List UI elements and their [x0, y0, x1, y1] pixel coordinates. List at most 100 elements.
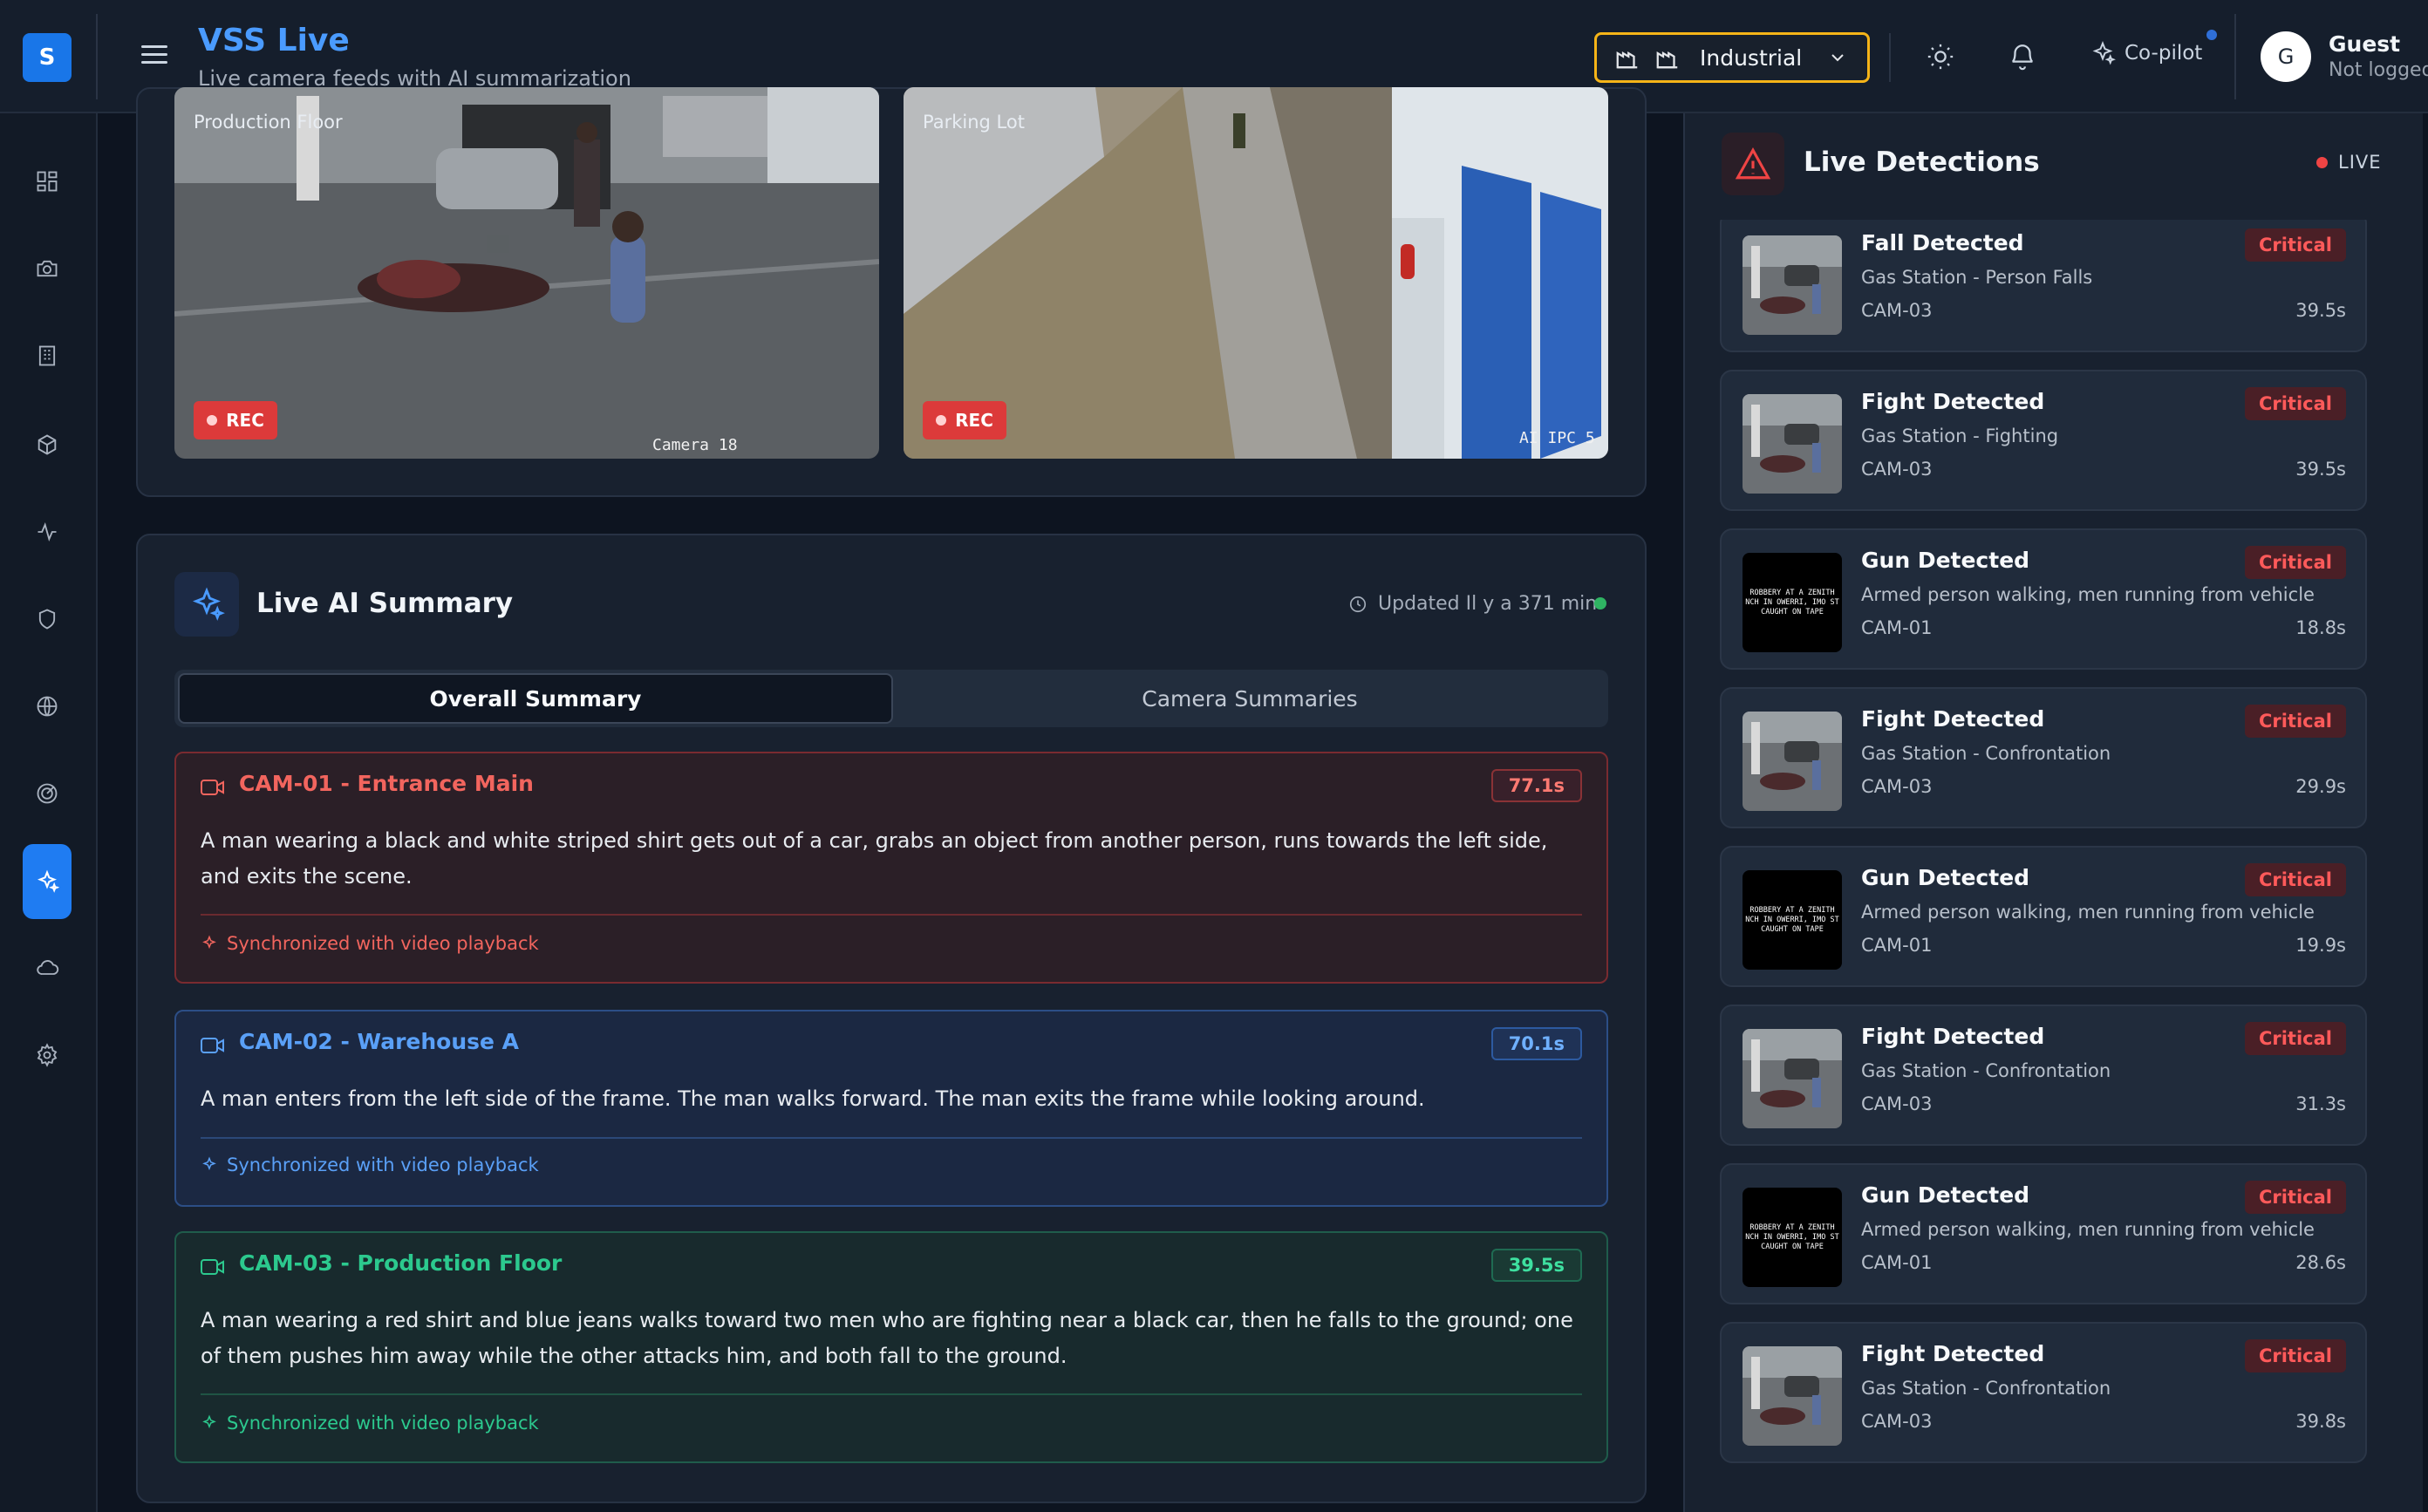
detection-camera: CAM-03: [1861, 776, 1933, 797]
package-icon: [38, 434, 57, 455]
detection-name: Gun Detected: [1861, 865, 2030, 890]
sidebar-item-cameras[interactable]: [23, 244, 72, 293]
detection-card[interactable]: Fight Detected Critical Gas Station - Conf…: [1720, 1322, 2367, 1463]
detection-time: 39.5s: [2295, 459, 2346, 480]
svg-text:NCH IN OWERRI, IMO ST: NCH IN OWERRI, IMO ST: [1745, 1233, 1838, 1242]
tab-overall-summary[interactable]: Overall Summary: [178, 673, 893, 724]
sidebar-item-radar[interactable]: [23, 769, 72, 818]
tab-camera-summaries[interactable]: Camera Summaries: [895, 673, 1605, 724]
detection-name: Fight Detected: [1861, 1341, 2045, 1366]
rec-badge: REC: [923, 401, 1006, 439]
summary-camera-name: CAM-02 - Warehouse A: [239, 1029, 520, 1054]
summary-camera-name: CAM-01 - Entrance Main: [239, 771, 534, 796]
sync-text: Synchronized with video playback: [227, 933, 539, 954]
detection-thumbnail: ROBBERY AT A ZENITH NCH IN OWERRI, IMO ST…: [1743, 553, 1842, 652]
svg-text:CAUGHT ON TAPE: CAUGHT ON TAPE: [1761, 925, 1824, 934]
detection-thumbnail: [1743, 712, 1842, 811]
camera-label: Parking Lot: [923, 112, 1025, 133]
camera-feed-parking-lot[interactable]: Parking Lot REC AI IPC 5: [904, 87, 1608, 459]
sparkles-icon: [38, 869, 59, 893]
settings-icon: [37, 1043, 58, 1067]
detection-card[interactable]: Fight Detected Critical Gas Station - Figh…: [1720, 370, 2367, 511]
detections-list[interactable]: Fall Detected Critical Gas Station - Perso…: [1720, 220, 2367, 1467]
rec-dot: [207, 415, 218, 426]
detection-card[interactable]: ROBBERY AT A ZENITH NCH IN OWERRI, IMO ST…: [1720, 846, 2367, 987]
summary-time-badge: 39.5s: [1490, 1249, 1582, 1282]
detection-camera: CAM-03: [1861, 1093, 1933, 1114]
sidebar: [0, 113, 98, 1512]
camera-feed-production-floor[interactable]: Production Floor REC Camera 18: [174, 87, 879, 459]
sidebar-item-ai-summary[interactable]: [23, 844, 72, 919]
sparkles-icon: [202, 1414, 216, 1429]
sidebar-item-dashboard[interactable]: [23, 157, 72, 206]
detection-time: 29.9s: [2295, 776, 2346, 797]
sidebar-item-security[interactable]: [23, 595, 72, 644]
svg-text:ROBBERY AT A ZENITH: ROBBERY AT A ZENITH: [1749, 1223, 1834, 1232]
menu-icon[interactable]: [141, 45, 167, 66]
detection-description: Gas Station - Confrontation: [1861, 743, 2111, 764]
detection-time: 28.6s: [2295, 1252, 2346, 1273]
live-dot: [2316, 156, 2328, 168]
user-status: Not logged in: [2329, 59, 2428, 81]
video-camera-icon: [201, 1038, 224, 1053]
sidebar-item-activity[interactable]: [23, 507, 72, 556]
summary-divider: [201, 914, 1582, 916]
industry-select-value: Industrial: [1700, 44, 1803, 71]
severity-badge: Critical: [2244, 228, 2346, 262]
industry-select[interactable]: Industrial: [1594, 32, 1870, 83]
sidebar-item-settings[interactable]: [23, 1031, 72, 1080]
detection-description: Gas Station - Confrontation: [1861, 1060, 2111, 1081]
sidebar-item-buildings[interactable]: [23, 331, 72, 380]
detection-card[interactable]: Fall Detected Critical Gas Station - Perso…: [1720, 220, 2367, 352]
user-name: Guest: [2329, 31, 2401, 57]
detection-name: Gun Detected: [1861, 1182, 2030, 1208]
bell-icon[interactable]: [2008, 42, 2037, 72]
summary-time-badge: 77.1s: [1490, 769, 1582, 802]
camera-overlay-text: AI IPC 5: [1519, 429, 1595, 447]
detection-thumbnail: [1743, 394, 1842, 494]
severity-badge: Critical: [2244, 546, 2346, 579]
page-title: VSS Live: [198, 23, 350, 58]
detection-time: 18.8s: [2295, 617, 2346, 638]
updated-timestamp: Updated Il y a 371 min: [1348, 593, 1597, 615]
updated-text: Updated Il y a 371 min: [1378, 593, 1598, 615]
alert-triangle-icon: [1735, 147, 1771, 180]
live-text: LIVE: [2338, 152, 2382, 173]
detection-time: 19.9s: [2295, 935, 2346, 956]
detection-card[interactable]: ROBBERY AT A ZENITH NCH IN OWERRI, IMO ST…: [1720, 1163, 2367, 1304]
severity-badge: Critical: [2244, 387, 2346, 420]
avatar[interactable]: G: [2261, 31, 2311, 82]
app-logo[interactable]: S: [23, 33, 72, 82]
summary-time-badge: 70.1s: [1490, 1027, 1582, 1060]
severity-badge: Critical: [2244, 863, 2346, 896]
detection-card[interactable]: ROBBERY AT A ZENITH NCH IN OWERRI, IMO ST…: [1720, 528, 2367, 670]
detection-time: 31.3s: [2295, 1093, 2346, 1114]
detection-description: Gas Station - Fighting: [1861, 426, 2059, 446]
sidebar-item-cloud[interactable]: [23, 943, 72, 992]
svg-text:CAUGHT ON TAPE: CAUGHT ON TAPE: [1761, 1243, 1824, 1251]
camera-frame-image: [904, 87, 1608, 459]
notification-dot: [2206, 30, 2217, 40]
detection-thumbnail: [1743, 235, 1842, 335]
svg-text:CAUGHT ON TAPE: CAUGHT ON TAPE: [1761, 608, 1824, 616]
clock-icon: [1349, 596, 1367, 612]
radar-icon: [37, 783, 58, 804]
summary-text: A man wearing a black and white striped …: [201, 828, 1548, 889]
camera-label: Production Floor: [194, 112, 343, 133]
summary-tabs: Overall Summary Camera Summaries: [174, 670, 1608, 727]
sidebar-item-inventory[interactable]: [23, 420, 72, 469]
detection-card[interactable]: Fight Detected Critical Gas Station - Conf…: [1720, 1005, 2367, 1146]
detection-card[interactable]: Fight Detected Critical Gas Station - Conf…: [1720, 687, 2367, 828]
copilot-button[interactable]: Co-pilot: [2090, 40, 2202, 66]
live-indicator: LIVE: [2316, 152, 2382, 173]
activity-icon: [38, 522, 57, 541]
sparkles-icon: [202, 935, 216, 950]
theme-toggle-icon[interactable]: [1926, 42, 1955, 72]
sidebar-item-global[interactable]: [23, 682, 72, 731]
detection-camera: CAM-01: [1861, 935, 1933, 956]
summary-text: A man enters from the left side of the f…: [201, 1086, 1425, 1111]
camera-icon: [37, 260, 58, 277]
copilot-label: Co-pilot: [2124, 42, 2203, 65]
detection-thumbnail: [1743, 1029, 1842, 1128]
globe-icon: [37, 696, 58, 717]
